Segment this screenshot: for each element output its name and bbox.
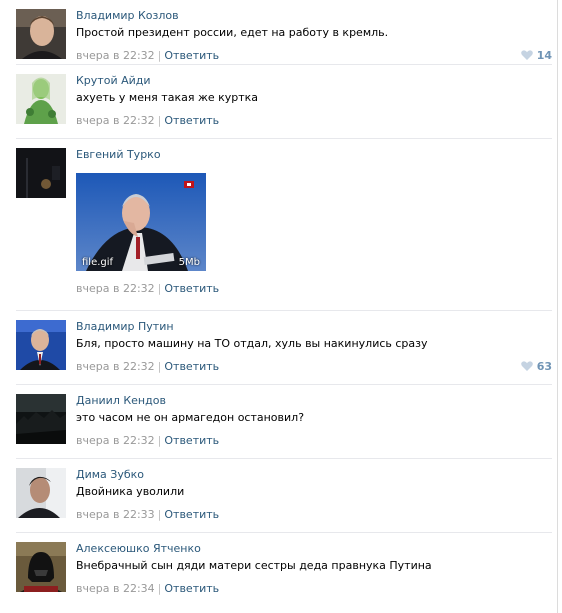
- reply-link[interactable]: Ответить: [164, 360, 219, 373]
- suited-man-avatar: [16, 320, 66, 370]
- dark-night-avatar: [16, 148, 66, 198]
- comment-item: Крутой Айди ахуеть у меня такая же куртк…: [16, 65, 552, 139]
- meta-separator: |: [157, 282, 162, 295]
- meta-separator: |: [157, 508, 162, 521]
- gif-filesize: 5Mb: [178, 257, 200, 268]
- green-figure-avatar: [16, 74, 66, 124]
- comment-meta: вчера в 22:32 | Ответить 63: [76, 360, 552, 374]
- comment-meta: вчера в 22:33 | Ответить: [76, 508, 552, 522]
- comment-text: Двойника уволили: [76, 485, 185, 498]
- heart-icon: [520, 50, 533, 60]
- comment-item: Владимир Козлов Простой президент россии…: [16, 0, 552, 65]
- gif-filename: file.gif: [82, 257, 114, 268]
- comment-text: Простой президент россии, едет на работу…: [76, 26, 389, 39]
- avatar[interactable]: [16, 9, 66, 59]
- helmet-avatar: [16, 542, 66, 592]
- comment-item: Евгений Турко file.gif 5Mb вчера в 22:32…: [16, 139, 552, 311]
- comment-author[interactable]: Владимир Козлов: [76, 9, 179, 25]
- comment-text: это часом не он армагедон остановил?: [76, 411, 305, 424]
- avatar[interactable]: [16, 74, 66, 124]
- gif-labels: file.gif 5Mb: [76, 257, 206, 271]
- avatar[interactable]: [16, 542, 66, 592]
- comment-time[interactable]: вчера в 22:32: [76, 282, 155, 295]
- comment-item: Владимир Путин Бля, просто машину на ТО …: [16, 311, 552, 385]
- comment-item: Дима Зубко Двойника уволили вчера в 22:3…: [16, 459, 552, 533]
- avatar[interactable]: [16, 394, 66, 444]
- like-count: 63: [536, 360, 552, 373]
- comment-time[interactable]: вчера в 22:32: [76, 49, 155, 62]
- comment-item: Даниил Кендов это часом не он армагедон …: [16, 385, 552, 459]
- avatar[interactable]: [16, 468, 66, 518]
- gif-attachment[interactable]: file.gif 5Mb: [76, 173, 206, 271]
- meta-separator: |: [157, 49, 162, 62]
- comment-meta: вчера в 22:32 | Ответить 14: [76, 49, 552, 63]
- comment-time[interactable]: вчера в 22:32: [76, 360, 155, 373]
- comment-time[interactable]: вчера в 22:32: [76, 434, 155, 447]
- comment-meta: вчера в 22:34 | Ответить: [76, 582, 552, 596]
- man-dark-avatar: [16, 468, 66, 518]
- heart-icon: [520, 361, 533, 371]
- comment-meta: вчера в 22:32 | Ответить: [76, 114, 552, 128]
- comment-item: Алексеюшко Ятченко Внебрачный сын дяди м…: [16, 533, 552, 603]
- man-portrait-avatar: [16, 9, 66, 59]
- reply-link[interactable]: Ответить: [164, 582, 219, 595]
- comment-text: Внебрачный сын дяди матери сестры деда п…: [76, 559, 432, 572]
- comment-author[interactable]: Евгений Турко: [76, 148, 161, 164]
- comment-author[interactable]: Даниил Кендов: [76, 394, 166, 410]
- comment-author[interactable]: Дима Зубко: [76, 468, 144, 484]
- comment-text: ахуеть у меня такая же куртка: [76, 91, 259, 104]
- comment-meta: вчера в 22:32 | Ответить: [76, 434, 552, 448]
- avatar[interactable]: [16, 148, 66, 198]
- comment-meta: вчера в 22:32 | Ответить: [76, 282, 552, 296]
- comment-time[interactable]: вчера в 22:34: [76, 582, 155, 595]
- comment-author[interactable]: Крутой Айди: [76, 74, 151, 90]
- meta-separator: |: [157, 114, 162, 127]
- comments-page: Владимир Козлов Простой президент россии…: [0, 0, 562, 613]
- like-count: 14: [536, 49, 552, 62]
- dark-landscape-avatar: [16, 394, 66, 444]
- like-button[interactable]: 14: [520, 49, 552, 63]
- like-button[interactable]: 63: [520, 360, 552, 374]
- reply-link[interactable]: Ответить: [164, 49, 219, 62]
- avatar[interactable]: [16, 320, 66, 370]
- comment-time[interactable]: вчера в 22:33: [76, 508, 155, 521]
- reply-link[interactable]: Ответить: [164, 508, 219, 521]
- meta-separator: |: [157, 582, 162, 595]
- comment-author[interactable]: Владимир Путин: [76, 320, 174, 336]
- meta-separator: |: [157, 434, 162, 447]
- comment-time[interactable]: вчера в 22:32: [76, 114, 155, 127]
- right-border: [557, 0, 558, 613]
- comment-text: Бля, просто машину на ТО отдал, хуль вы …: [76, 337, 428, 350]
- reply-link[interactable]: Ответить: [164, 282, 219, 295]
- reply-link[interactable]: Ответить: [164, 434, 219, 447]
- reply-link[interactable]: Ответить: [164, 114, 219, 127]
- comment-author[interactable]: Алексеюшко Ятченко: [76, 542, 201, 558]
- meta-separator: |: [157, 360, 162, 373]
